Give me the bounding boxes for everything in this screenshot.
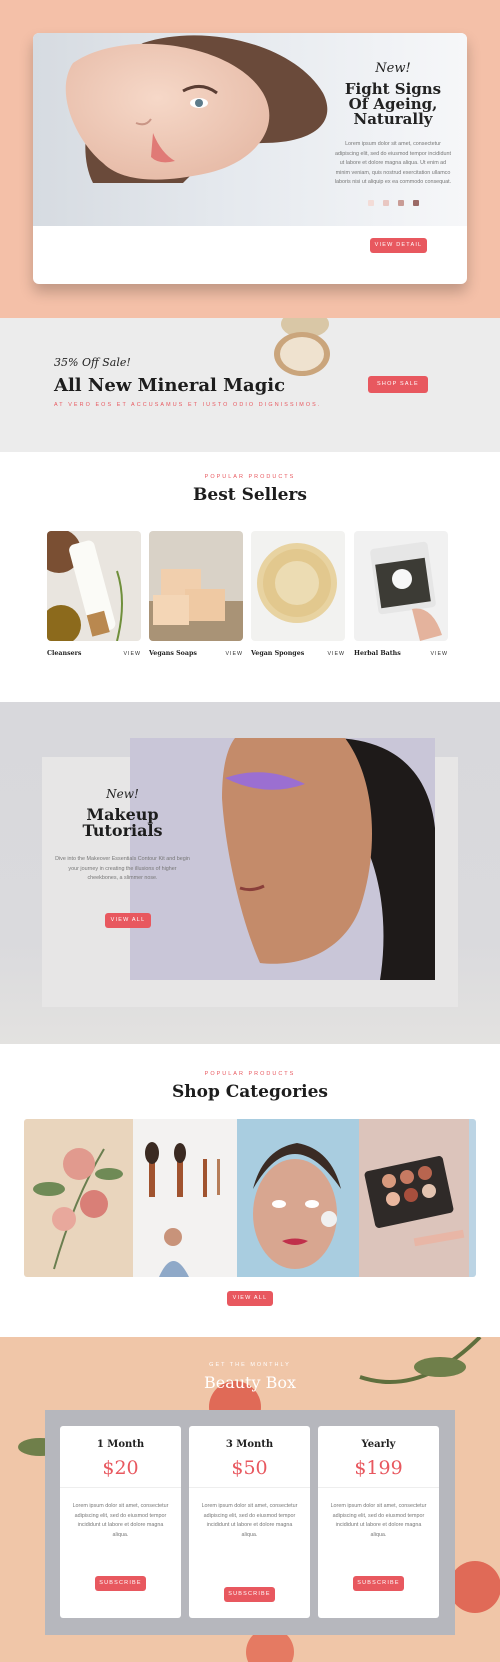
categories-title: Shop Categories bbox=[171, 1082, 329, 1102]
pricing-card: 1 Month $20 Lorem ipsum dolor sit amet, … bbox=[60, 1426, 181, 1618]
categories-strip bbox=[24, 1119, 476, 1277]
product-image-herbal-baths[interactable] bbox=[354, 531, 448, 641]
plan-description: Lorem ipsum dolor sit amet, consectetur … bbox=[72, 1503, 169, 1538]
plan-name: 1 Month bbox=[96, 1439, 145, 1450]
product-name[interactable]: Vegan Sponges bbox=[251, 650, 304, 657]
product-name[interactable]: Vegans Soaps bbox=[149, 650, 197, 657]
plan-name: 3 Month bbox=[225, 1439, 274, 1450]
product-card[interactable]: Vegan Sponges View bbox=[251, 531, 345, 657]
best-sellers-title: Best Sellers bbox=[193, 485, 307, 505]
product-image-sponges[interactable] bbox=[251, 531, 345, 641]
product-name[interactable]: Cleansers bbox=[47, 650, 81, 657]
plan-description: Lorem ipsum dolor sit amet, consectetur … bbox=[201, 1503, 298, 1538]
makeup-tutorials-section: New! Makeup Tutorials Dive into the Make… bbox=[0, 702, 500, 1044]
subscribe-button[interactable]: Subscribe bbox=[224, 1587, 275, 1602]
hero-section: New! Fight Signs Of Ageing, Naturally Lo… bbox=[0, 0, 500, 318]
swatch-4[interactable] bbox=[412, 199, 419, 206]
plan-divider bbox=[318, 1487, 439, 1488]
pricing-card: Yearly $199 Lorem ipsum dolor sit amet, … bbox=[318, 1426, 439, 1618]
beauty-box-section: Get the Monthly Beauty Box 1 Month $20 L… bbox=[0, 1337, 500, 1662]
pricing-card: 3 Month $50 Lorem ipsum dolor sit amet, … bbox=[189, 1426, 310, 1618]
product-view-link[interactable]: View bbox=[225, 651, 243, 657]
hero-card: New! Fight Signs Of Ageing, Naturally Lo… bbox=[33, 33, 467, 284]
product-view-link[interactable]: View bbox=[430, 651, 448, 657]
category-image-edge bbox=[469, 1119, 476, 1277]
category-image-face[interactable] bbox=[237, 1119, 359, 1277]
promo-title: All New Mineral Magic bbox=[54, 375, 286, 396]
plan-divider bbox=[60, 1487, 181, 1488]
product-image-cleansers[interactable] bbox=[47, 531, 141, 641]
swatch-2[interactable] bbox=[382, 199, 389, 206]
subscribe-button[interactable]: Subscribe bbox=[95, 1576, 146, 1591]
product-card[interactable]: Herbal Baths View bbox=[354, 531, 448, 657]
swatch-1[interactable] bbox=[367, 199, 374, 206]
plan-name: Yearly bbox=[361, 1439, 396, 1450]
makeup-description: Dive into the Makeover Essentials Contou… bbox=[55, 856, 190, 882]
plan-price: $50 bbox=[231, 1457, 268, 1479]
beauty-box-eyebrow: Get the Monthly bbox=[209, 1362, 291, 1368]
plan-price: $20 bbox=[102, 1457, 139, 1479]
product-view-link[interactable]: View bbox=[123, 651, 141, 657]
compact-powder-image bbox=[274, 318, 330, 376]
category-image-brushes[interactable] bbox=[133, 1119, 237, 1277]
makeup-view-all-button[interactable]: View All bbox=[105, 913, 151, 928]
categories-eyebrow: Popular Products bbox=[204, 1071, 296, 1077]
hero-new-label: New! bbox=[375, 61, 411, 76]
makeup-title: Makeup Tutorials bbox=[82, 805, 163, 840]
categories-view-all-button[interactable]: View All bbox=[227, 1291, 273, 1306]
subscribe-button[interactable]: Subscribe bbox=[353, 1576, 404, 1591]
hero-description: Lorem ipsum dolor sit amet, consectetur … bbox=[334, 141, 452, 186]
beauty-box-title: Beauty Box bbox=[203, 1373, 297, 1392]
view-detail-button[interactable]: View Detail bbox=[370, 238, 427, 253]
category-image-floral[interactable] bbox=[24, 1119, 133, 1277]
product-name[interactable]: Herbal Baths bbox=[354, 650, 401, 657]
plan-divider bbox=[189, 1487, 310, 1488]
swatch-3[interactable] bbox=[397, 199, 404, 206]
promo-banner: 35% Off Sale! All New Mineral Magic At v… bbox=[0, 318, 500, 452]
product-card[interactable]: Cleansers View bbox=[47, 531, 141, 657]
hero-title: Fight Signs Of Ageing, Naturally bbox=[344, 80, 442, 128]
product-image-soaps[interactable] bbox=[149, 531, 243, 641]
product-card[interactable]: Vegans Soaps View bbox=[149, 531, 243, 657]
plan-price: $199 bbox=[354, 1457, 403, 1479]
promo-offer-label: 35% Off Sale! bbox=[54, 356, 131, 369]
makeup-new-label: New! bbox=[106, 787, 139, 801]
shop-sale-button[interactable]: Shop Sale bbox=[368, 376, 428, 393]
category-image-palette[interactable] bbox=[359, 1119, 469, 1277]
promo-subtitle: At vero eos et accusamus et iusto odio d… bbox=[54, 402, 322, 408]
plan-description: Lorem ipsum dolor sit amet, consectetur … bbox=[330, 1503, 427, 1538]
product-view-link[interactable]: View bbox=[327, 651, 345, 657]
best-sellers-eyebrow: Popular Products bbox=[204, 474, 296, 480]
color-swatches bbox=[333, 199, 453, 206]
